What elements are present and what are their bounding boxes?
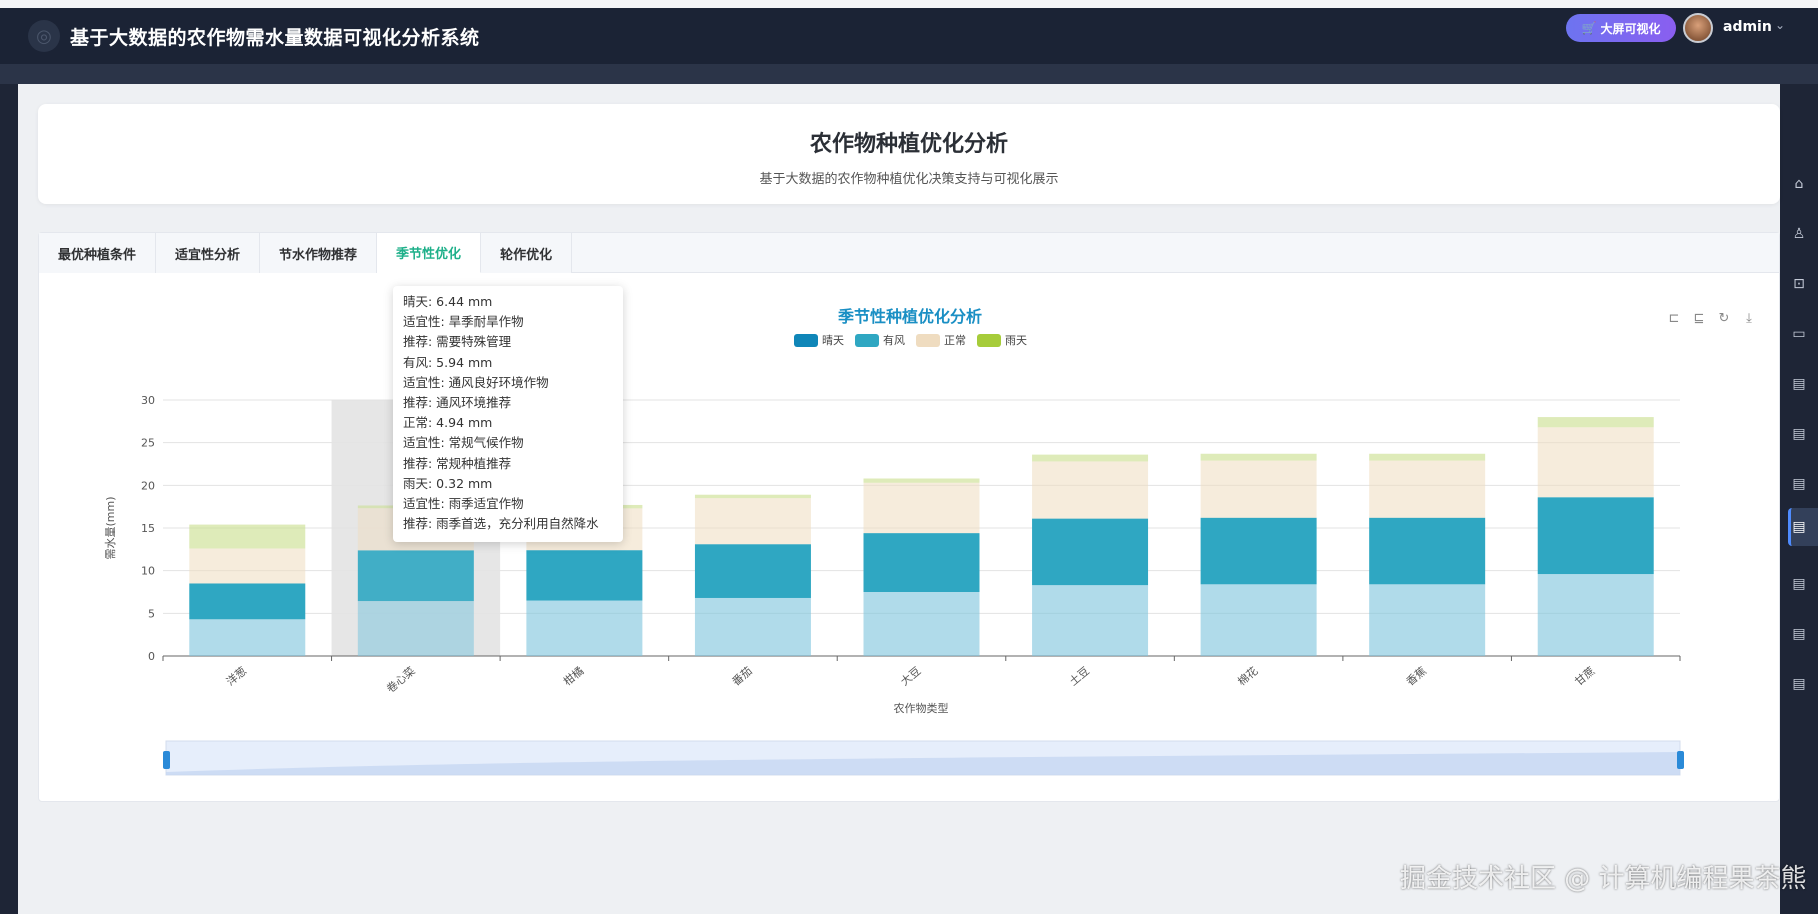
restore-icon[interactable]: ↻ <box>1716 311 1732 327</box>
legend-label[interactable]: 有风 <box>883 333 905 347</box>
x-axis-label: 农作物类型 <box>894 701 949 715</box>
y-tick-label: 25 <box>141 437 155 450</box>
tooltip-line: 推荐: 雨季首选，充分利用自然降水 <box>403 516 599 532</box>
bar-segment[interactable] <box>1537 417 1654 428</box>
tooltip-line: 雨天: 0.32 mm <box>403 475 493 491</box>
y-axis-label: 需水量(mm) <box>104 496 117 559</box>
bar-segment[interactable] <box>189 524 306 549</box>
bar-segment[interactable] <box>694 498 811 545</box>
seasonal-chart: 0 5 10 15 20 25 30 洋葱 卷心菜 柑橘 番茄 大豆 土豆 棉花 香蕉 甘蔗 需水量(mm) 农作… <box>104 307 1684 776</box>
bar-segment[interactable] <box>863 478 980 483</box>
watermark: 掘金技术社区 @ 计算机编程果茶熊 <box>1400 864 1807 894</box>
x-tick-label: 洋葱 <box>223 664 249 689</box>
bar-segment[interactable] <box>526 550 643 601</box>
bar-segment[interactable] <box>357 601 474 656</box>
bar-segment[interactable] <box>189 548 306 584</box>
tooltip-line: 推荐: 常规种植推荐 <box>403 455 512 471</box>
bar-segment[interactable] <box>1369 460 1486 518</box>
bar-segment[interactable] <box>1032 585 1149 656</box>
bar-segment[interactable] <box>1200 517 1317 585</box>
tooltip-line: 正常: 4.94 mm <box>403 415 493 431</box>
chart-toolbox: ⊏ ⊑ ↻ ⤓ <box>1666 311 1757 327</box>
bar-segment[interactable] <box>1537 427 1654 498</box>
bar-segment[interactable] <box>1032 461 1149 519</box>
bar-segment[interactable] <box>189 583 306 620</box>
bar-segment[interactable] <box>863 533 980 592</box>
datazoom-handle-left[interactable] <box>163 751 170 769</box>
legend-swatch[interactable] <box>855 334 879 347</box>
x-tick-label: 土豆 <box>1067 664 1092 688</box>
legend-label[interactable]: 晴天 <box>822 334 844 347</box>
bar-segment[interactable] <box>1369 453 1486 461</box>
bar-segment[interactable] <box>694 597 811 656</box>
datazoom-handle-right[interactable] <box>1677 751 1684 769</box>
legend-label[interactable]: 正常 <box>944 334 966 347</box>
save-image-icon[interactable]: ⤓ <box>1741 311 1757 327</box>
bar-segment[interactable] <box>1537 497 1654 575</box>
legend-label[interactable]: 雨天 <box>1005 334 1027 347</box>
y-tick-label: 5 <box>148 607 155 620</box>
x-tick-label: 柑橘 <box>560 664 586 689</box>
tooltip-line: 适宜性: 通风良好环境作物 <box>403 374 549 390</box>
zoom-icon[interactable]: ⊏ <box>1666 311 1682 327</box>
zoom-reset-icon[interactable]: ⊑ <box>1691 311 1707 327</box>
x-tick-label: 大豆 <box>898 664 924 689</box>
bar-segment[interactable] <box>694 544 811 598</box>
bar-segment[interactable] <box>1200 584 1317 656</box>
x-tick-label: 香蕉 <box>1404 664 1429 688</box>
y-tick-label: 15 <box>141 522 155 535</box>
tooltip-line: 晴天: 6.44 mm <box>403 294 493 309</box>
x-tick-label: 番茄 <box>729 664 755 689</box>
bar-segment[interactable] <box>526 600 643 656</box>
bar-segment[interactable] <box>1369 517 1486 585</box>
chart-title: 季节性种植优化分析 <box>837 307 982 326</box>
tooltip-line: 适宜性: 常规气候作物 <box>403 435 524 451</box>
bar-segment[interactable] <box>863 482 980 534</box>
x-tick-label: 棉花 <box>1235 664 1261 689</box>
tooltip-line: 有风: 5.94 mm <box>403 354 493 370</box>
bar-segment[interactable] <box>357 550 474 602</box>
legend-swatch[interactable] <box>794 334 818 347</box>
bar-segment[interactable] <box>1537 574 1654 656</box>
tooltip-line: 适宜性: 旱季耐旱作物 <box>403 314 524 330</box>
y-tick-label: 10 <box>141 565 155 578</box>
x-tick-label: 甘蔗 <box>1572 664 1597 688</box>
tooltip-line: 适宜性: 雨季适宜作物 <box>403 496 524 512</box>
legend-swatch[interactable] <box>916 334 940 347</box>
tooltip-line: 推荐: 通风环境推荐 <box>403 395 512 411</box>
bar-segment[interactable] <box>1200 460 1317 518</box>
x-tick-label: 卷心菜 <box>383 664 417 696</box>
chart-tooltip: 晴天: 6.44 mm 适宜性: 旱季耐旱作物 推荐: 需要特殊管理 有风: 5… <box>393 286 623 542</box>
bar-segment[interactable] <box>1032 518 1149 586</box>
y-tick-label: 0 <box>148 650 155 663</box>
bar-segment[interactable] <box>1369 584 1486 656</box>
y-tick-label: 20 <box>141 479 155 492</box>
legend-swatch[interactable] <box>977 334 1001 347</box>
bar-segment[interactable] <box>1032 454 1149 462</box>
bar-segment[interactable] <box>694 494 811 499</box>
bar-segment[interactable] <box>189 619 306 656</box>
y-tick-label: 30 <box>141 394 155 407</box>
bar-segment[interactable] <box>863 592 980 656</box>
bar-segment[interactable] <box>1200 453 1317 461</box>
tooltip-line: 推荐: 需要特殊管理 <box>403 334 512 350</box>
